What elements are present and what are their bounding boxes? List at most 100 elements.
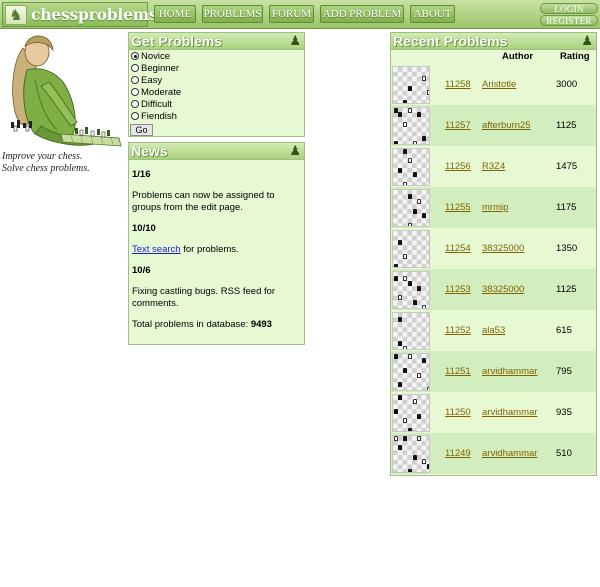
difficulty-option-beginner[interactable]: Beginner bbox=[129, 63, 304, 75]
register-button[interactable]: REGISTER bbox=[540, 15, 598, 26]
chess-piece-icon bbox=[407, 354, 412, 359]
recent-problems-title: Recent Problems bbox=[393, 33, 508, 49]
tagline: Improve your chess. Solve chess problems… bbox=[2, 151, 90, 175]
problem-board-thumbnail[interactable] bbox=[392, 312, 430, 350]
problem-board-thumbnail[interactable] bbox=[392, 394, 430, 432]
chess-piece-icon bbox=[417, 199, 422, 204]
radio-button[interactable] bbox=[131, 88, 139, 96]
author-link[interactable]: afterburn25 bbox=[482, 105, 531, 146]
nav-problems-button[interactable]: PROBLEMS bbox=[202, 5, 263, 23]
chess-piece-icon bbox=[407, 427, 412, 431]
chess-piece-icon bbox=[426, 464, 429, 469]
difficulty-option-easy[interactable]: Easy bbox=[129, 75, 304, 87]
problem-id-link[interactable]: 11253 bbox=[445, 269, 471, 310]
difficulty-option-moderate[interactable]: Moderate bbox=[129, 87, 304, 99]
go-button[interactable]: Go bbox=[130, 124, 153, 136]
problem-id-link[interactable]: 11257 bbox=[445, 105, 471, 146]
problem-rating: 1350 bbox=[556, 243, 578, 254]
problem-id-link[interactable]: 11252 bbox=[445, 310, 471, 351]
problem-board-thumbnail[interactable] bbox=[392, 107, 430, 145]
author-link[interactable]: 38325000 bbox=[482, 228, 524, 269]
problem-id-link[interactable]: 11251 bbox=[445, 351, 471, 392]
text-search-link[interactable]: Text search bbox=[132, 244, 181, 255]
table-row[interactable]: 11252 ala53 615 bbox=[391, 310, 596, 351]
problem-id-link[interactable]: 11254 bbox=[445, 228, 471, 269]
problem-rating: 510 bbox=[556, 448, 572, 459]
problem-id-link[interactable]: 11249 bbox=[445, 433, 471, 474]
chess-piece-icon bbox=[407, 281, 412, 286]
radio-button[interactable] bbox=[131, 112, 139, 120]
difficulty-option-difficult[interactable]: Difficult bbox=[129, 99, 304, 111]
problem-board-thumbnail[interactable] bbox=[392, 353, 430, 391]
nav-about-button[interactable]: ABOUT bbox=[410, 5, 455, 23]
difficulty-option-fiendish[interactable]: Fiendish bbox=[129, 111, 304, 123]
radio-button[interactable] bbox=[131, 64, 139, 72]
author-link[interactable]: mrmip bbox=[482, 187, 508, 228]
chess-piece-icon bbox=[403, 99, 407, 103]
table-row[interactable]: 11255 mrmip 1175 bbox=[391, 187, 596, 228]
author-link[interactable]: R3Z4 bbox=[482, 146, 505, 187]
news-text: Fixing castling bugs. RSS feed for comme… bbox=[132, 286, 276, 309]
chess-piece-icon bbox=[407, 468, 412, 472]
total-problems-value: 9493 bbox=[250, 319, 272, 330]
author-link[interactable]: Aristotle bbox=[482, 64, 516, 105]
option-label: Easy bbox=[141, 75, 163, 86]
nav-home-button[interactable]: HOME bbox=[154, 5, 196, 23]
top-nav-bar: ♞ chessproblems HOME PROBLEMS FORUM ADD … bbox=[0, 0, 600, 29]
problem-board-thumbnail[interactable] bbox=[392, 271, 430, 309]
login-button[interactable]: LOGIN bbox=[540, 3, 598, 14]
chess-piece-icon bbox=[398, 167, 403, 173]
difficulty-option-novice[interactable]: Novice bbox=[129, 51, 304, 63]
knight-icon: ♞ bbox=[5, 5, 27, 25]
chess-piece-icon bbox=[407, 158, 412, 163]
table-row[interactable]: 11249 arvidhammar 510 bbox=[391, 433, 596, 474]
site-name: chessproblems bbox=[31, 5, 158, 24]
problem-board-thumbnail[interactable] bbox=[392, 435, 430, 473]
author-link[interactable]: arvidhammar bbox=[482, 351, 537, 392]
problem-id-link[interactable]: 11258 bbox=[445, 64, 471, 105]
table-header: Author Rating bbox=[391, 50, 596, 64]
radio-button-selected[interactable] bbox=[131, 52, 139, 60]
problem-board-thumbnail[interactable] bbox=[392, 189, 430, 227]
author-link[interactable]: 38325000 bbox=[482, 269, 524, 310]
author-link[interactable]: ala53 bbox=[482, 310, 505, 351]
nav-forum-button[interactable]: FORUM bbox=[269, 5, 314, 23]
table-row[interactable]: 11257 afterburn25 1125 bbox=[391, 105, 596, 146]
table-row[interactable]: 11258 Aristotle 3000 bbox=[391, 64, 596, 105]
difficulty-options: Novice Beginner Easy Moderate Difficult … bbox=[129, 50, 304, 136]
author-link[interactable]: arvidhammar bbox=[482, 392, 537, 433]
option-label: Fiendish bbox=[141, 111, 177, 122]
problem-id-link[interactable]: 11255 bbox=[445, 187, 471, 228]
nav-add-problem-button[interactable]: ADD PROBLEM bbox=[320, 5, 404, 23]
chess-piece-icon bbox=[398, 341, 403, 346]
radio-button[interactable] bbox=[131, 100, 139, 108]
chess-piece-icon bbox=[422, 136, 426, 141]
table-row[interactable]: 11253 38325000 1125 bbox=[391, 269, 596, 310]
table-row[interactable]: 11254 38325000 1350 bbox=[391, 228, 596, 269]
chess-piece-icon bbox=[393, 140, 398, 144]
author-link[interactable]: arvidhammar bbox=[482, 433, 537, 474]
table-row[interactable]: 11256 R3Z4 1475 bbox=[391, 146, 596, 187]
hero-chess-player-illustration bbox=[11, 35, 122, 147]
chess-piece-icon bbox=[426, 386, 429, 390]
chess-piece-icon bbox=[412, 208, 417, 214]
chess-piece-icon bbox=[393, 436, 398, 441]
problem-board-thumbnail[interactable] bbox=[392, 66, 430, 104]
site-logo[interactable]: ♞ chessproblems bbox=[2, 2, 158, 27]
chess-piece-icon bbox=[407, 222, 412, 226]
problem-board-thumbnail[interactable] bbox=[392, 230, 430, 268]
chess-piece-icon bbox=[398, 382, 403, 387]
problem-rating: 1125 bbox=[556, 284, 577, 295]
radio-button[interactable] bbox=[131, 76, 139, 84]
get-problems-header: Get Problems ♟ bbox=[129, 33, 304, 50]
chess-piece-icon bbox=[403, 149, 407, 154]
problem-id-link[interactable]: 11250 bbox=[445, 392, 471, 433]
problem-board-thumbnail[interactable] bbox=[392, 148, 430, 186]
table-row[interactable]: 11250 arvidhammar 935 bbox=[391, 392, 596, 433]
problem-id-link[interactable]: 11256 bbox=[445, 146, 471, 187]
table-row[interactable]: 11251 arvidhammar 795 bbox=[391, 351, 596, 392]
chess-piece-icon bbox=[398, 112, 403, 118]
chess-piece-icon bbox=[398, 295, 403, 301]
get-problems-panel: Get Problems ♟ Novice Beginner Easy Mode… bbox=[128, 32, 305, 137]
chess-piece-icon bbox=[403, 345, 407, 349]
